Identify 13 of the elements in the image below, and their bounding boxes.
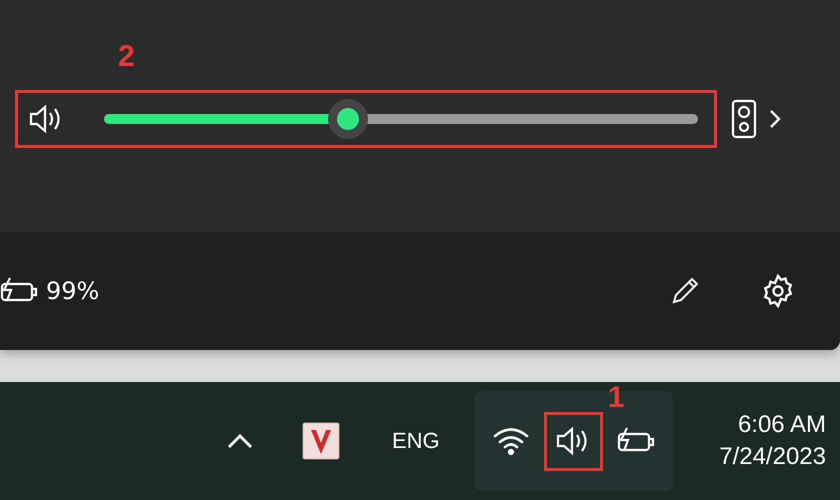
clock-date[interactable]: 7/24/2023 (719, 443, 826, 471)
speaker-device-icon[interactable] (731, 99, 757, 139)
annotation-number: 1 (608, 381, 624, 415)
app-logo-icon[interactable] (302, 422, 340, 460)
wifi-icon (492, 426, 530, 456)
annotation-number: 2 (118, 40, 136, 74)
language-indicator[interactable]: ENG (392, 428, 440, 454)
battery-percentage: 99% (46, 277, 100, 305)
slider-thumb[interactable] (328, 99, 368, 139)
chevron-up-icon[interactable] (226, 433, 254, 449)
volume-slider[interactable] (104, 99, 698, 139)
clock-time[interactable]: 6:06 AM (738, 411, 826, 439)
chevron-right-icon[interactable] (769, 109, 781, 129)
